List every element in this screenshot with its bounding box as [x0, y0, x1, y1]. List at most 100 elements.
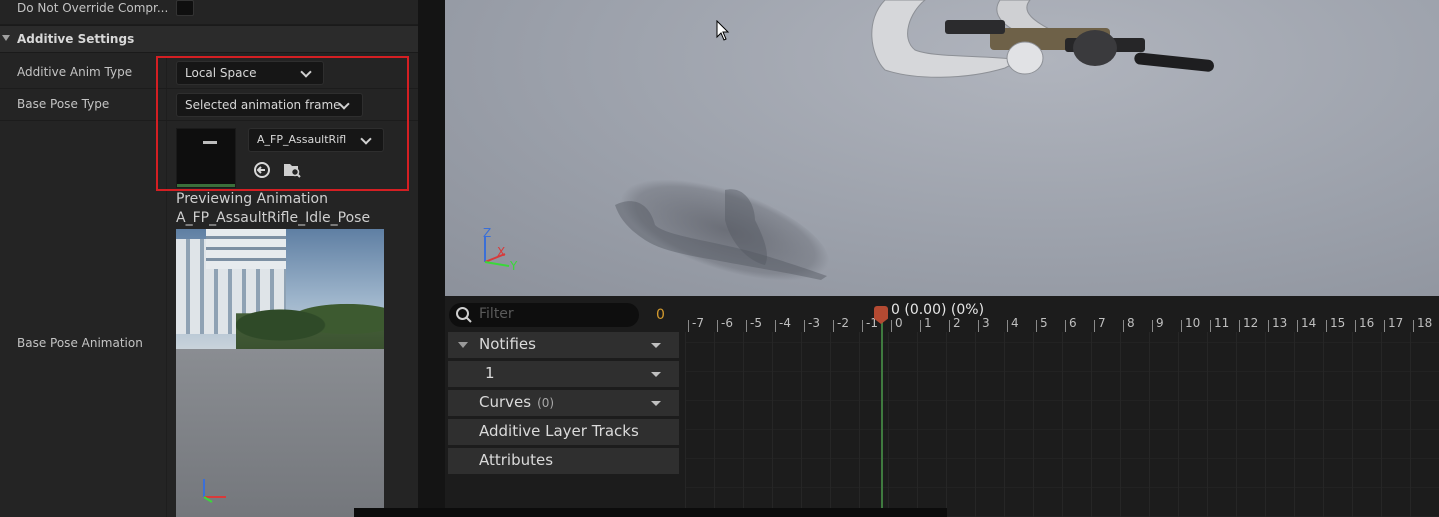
animation-preview-viewport[interactable] [176, 229, 384, 517]
character-weapon-render [871, 0, 1214, 78]
ruler-tick-mark [1094, 320, 1095, 332]
ruler-tick-label: 12 [1243, 316, 1259, 330]
property-row-do-not-override: Do Not Override Compr... [0, 0, 418, 25]
track-label: 1 [485, 364, 495, 382]
svg-text:Y: Y [509, 259, 518, 273]
ruler-tick-mark [1152, 320, 1153, 332]
scene-viewport[interactable]: Z X Y [445, 0, 1439, 296]
ruler-tick-mark [1355, 320, 1356, 332]
ruler-tick-label: 16 [1359, 316, 1375, 330]
ruler-tick-mark [1036, 320, 1037, 332]
ruler-tick-mark [949, 320, 950, 332]
ruler-tick-label: 7 [1098, 316, 1106, 330]
ruler-tick-label: 11 [1214, 316, 1230, 330]
ruler-tick-label: -6 [721, 316, 733, 330]
ruler-tick-mark [1297, 320, 1298, 332]
ruler-tick-label: 6 [1069, 316, 1077, 330]
mouse-cursor-icon [716, 20, 730, 41]
bottom-bar [354, 508, 947, 517]
search-icon [456, 307, 472, 323]
timeline-ruler[interactable]: -7 -6 -5 -4 -3 -2 -1 0 1 2 3 4 5 6 7 8 9 10 11 12 13 14 15 16 17… [685, 312, 1439, 332]
do-not-override-checkbox[interactable] [176, 0, 194, 16]
ruler-tick-label: 17 [1388, 316, 1404, 330]
svg-text:Z: Z [483, 226, 491, 240]
ruler-tick-mark [1065, 320, 1066, 332]
curves-label: Curves [479, 393, 532, 411]
timeline-grid[interactable] [685, 332, 1439, 517]
ruler-tick-label: -2 [837, 316, 849, 330]
ruler-tick-mark [862, 320, 863, 332]
ruler-tick-mark [746, 320, 747, 332]
preview-trees [236, 289, 384, 349]
category-title: Additive Settings [17, 32, 135, 46]
collapse-arrow-icon [2, 35, 10, 41]
property-label: Base Pose Type [17, 97, 110, 111]
ruler-tick-label: 10 [1185, 316, 1201, 330]
ruler-tick-label: 4 [1011, 316, 1019, 330]
ruler-tick-mark [1239, 320, 1240, 332]
ruler-tick-mark [891, 320, 892, 332]
ruler-tick-mark [1007, 320, 1008, 332]
track-notifies[interactable]: Notifies [448, 332, 679, 358]
ruler-tick-label: 9 [1156, 316, 1164, 330]
ruler-tick-label: -3 [808, 316, 820, 330]
track-curves[interactable]: Curves (0) [448, 390, 679, 416]
track-label: Additive Layer Tracks [479, 422, 639, 440]
timeline-panel: Filter 0 Notifies 1 Curves (0) Additive L… [445, 296, 1439, 517]
preview-asset-name: A_FP_AssaultRifle_Idle_Pose [176, 210, 371, 226]
ruler-tick-label: 14 [1301, 316, 1317, 330]
category-additive-settings[interactable]: Additive Settings [0, 25, 418, 53]
track-options-dropdown-icon[interactable] [651, 343, 661, 348]
shadow-shape [615, 189, 827, 280]
ruler-tick-mark [1210, 320, 1211, 332]
preview-building-upper [206, 229, 286, 269]
track-attributes[interactable]: Attributes [448, 448, 679, 474]
track-label: Attributes [479, 451, 554, 469]
ruler-tick-label: -5 [750, 316, 762, 330]
track-options-dropdown-icon[interactable] [651, 401, 661, 406]
property-label: Additive Anim Type [17, 65, 133, 79]
ruler-tick-mark [833, 320, 834, 332]
ruler-tick-mark [978, 320, 979, 332]
ruler-tick-label: 18 [1417, 316, 1433, 330]
expand-arrow-icon[interactable] [458, 342, 468, 348]
highlight-annotation-box [156, 56, 409, 191]
ruler-tick-mark [804, 320, 805, 332]
playhead-frame-readout: 0 (0.00) (0%) [891, 302, 985, 318]
ruler-tick-label: 1 [924, 316, 932, 330]
ruler-tick-label: 13 [1272, 316, 1288, 330]
track-notify-1[interactable]: 1 [448, 361, 679, 387]
track-options-dropdown-icon[interactable] [651, 372, 661, 377]
ruler-tick-mark [1123, 320, 1124, 332]
property-label: Do Not Override Compr... [17, 1, 169, 15]
preview-title: Previewing Animation [176, 191, 328, 207]
panel-divider[interactable] [418, 0, 445, 517]
curves-count: (0) [537, 396, 555, 410]
ruler-tick-label: 8 [1127, 316, 1135, 330]
ruler-tick-mark [1326, 320, 1327, 332]
property-label-base-pose-animation: Base Pose Animation [17, 336, 143, 350]
track-label: Curves (0) [479, 393, 554, 411]
filter-placeholder: Filter [479, 306, 514, 322]
ruler-tick-mark [1384, 320, 1385, 332]
playhead-line [881, 320, 883, 517]
ruler-tick-label: 15 [1330, 316, 1346, 330]
ruler-tick-mark [920, 320, 921, 332]
ruler-tick-label: 0 [895, 316, 903, 330]
ruler-tick-mark [1268, 320, 1269, 332]
ruler-tick-label: 3 [982, 316, 990, 330]
track-additive-layers[interactable]: Additive Layer Tracks [448, 419, 679, 445]
filter-input[interactable]: Filter [449, 303, 639, 327]
track-label: Notifies [479, 335, 536, 353]
ruler-tick-mark [717, 320, 718, 332]
ruler-tick-label: -4 [779, 316, 791, 330]
ruler-tick-label: 5 [1040, 316, 1048, 330]
ruler-tick-mark [688, 320, 689, 332]
filter-result-count: 0 [656, 307, 665, 323]
ruler-tick-mark [775, 320, 776, 332]
ruler-tick-label: 2 [953, 316, 961, 330]
svg-text:X: X [497, 245, 505, 259]
ruler-tick-label: -7 [692, 316, 704, 330]
axis-gizmo-icon: Z X Y [483, 226, 518, 273]
ruler-tick-mark [1181, 320, 1182, 332]
